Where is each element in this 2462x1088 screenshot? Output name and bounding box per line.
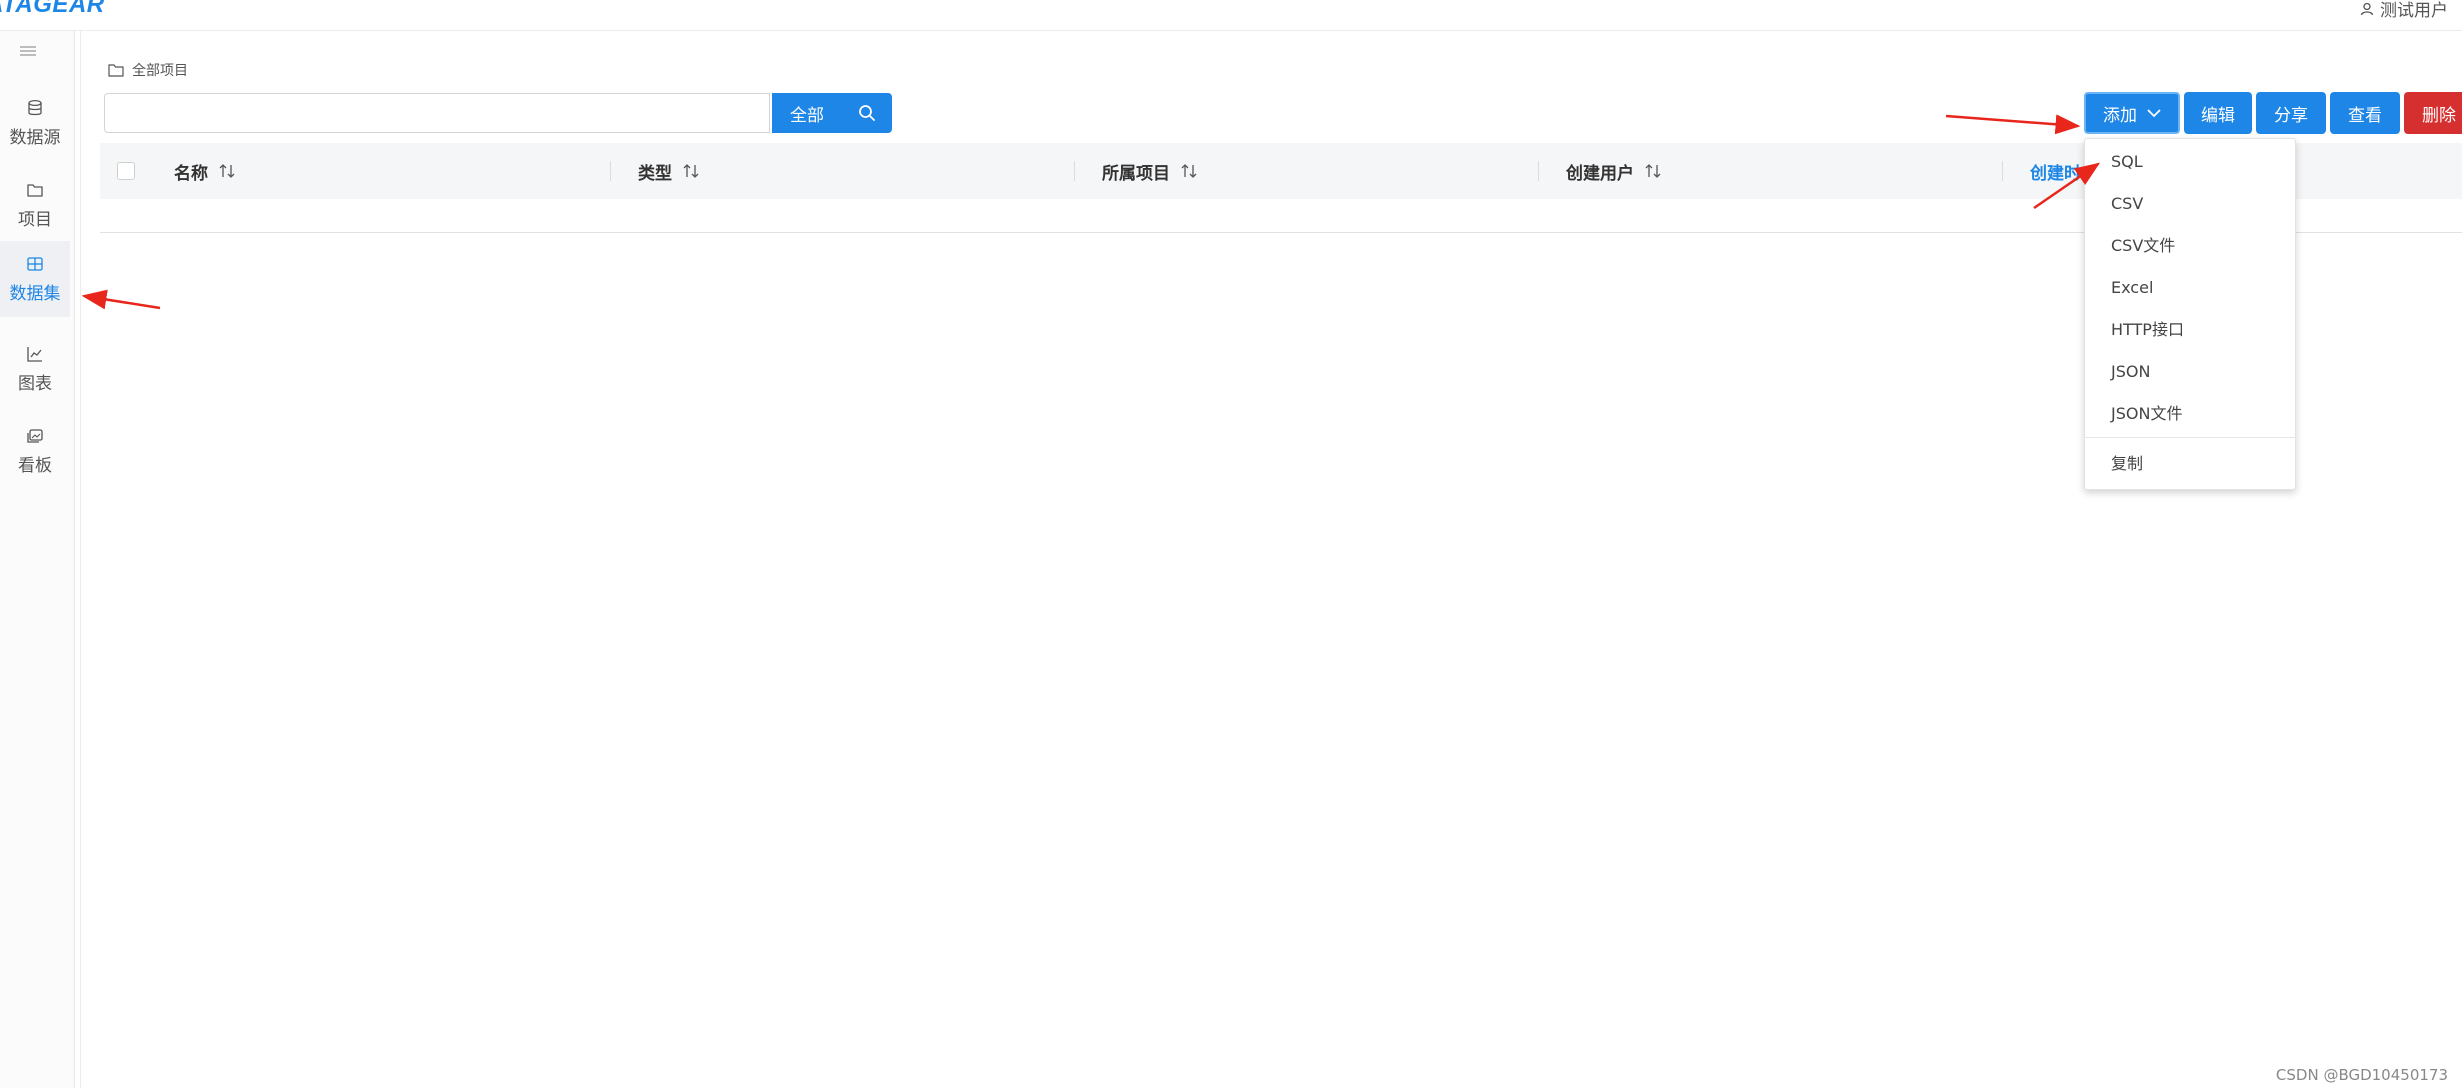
column-header-type[interactable]: 类型: [610, 143, 700, 199]
sidebar-item-chart[interactable]: 图表: [0, 331, 70, 407]
sidebar-item-label: 数据源: [9, 127, 61, 148]
menu-item-sql[interactable]: SQL: [2111, 147, 2143, 177]
sidebar-item-label: 项目: [18, 209, 52, 230]
column-header-label: 类型: [638, 163, 672, 184]
search-input[interactable]: [104, 93, 770, 133]
table-grid-icon: [27, 256, 43, 271]
sidebar-item-datasource[interactable]: 数据源: [0, 85, 70, 161]
app-logo[interactable]: ATAGEAR: [0, 0, 105, 19]
sort-icon[interactable]: [1644, 162, 1662, 180]
column-header-label: 所属项目: [1102, 163, 1170, 184]
menu-toggle-icon[interactable]: [18, 43, 38, 59]
database-icon: [28, 99, 42, 115]
column-header-label: 创建用户: [1566, 163, 1634, 184]
share-button[interactable]: 分享: [2256, 92, 2326, 134]
folder-icon: [108, 64, 124, 77]
add-dropdown-menu: SQL CSV CSV文件 Excel HTTP接口 JSON JSON文件 复…: [2084, 138, 2296, 490]
user-name: 测试用户: [2380, 1, 2448, 21]
column-separator: [610, 161, 611, 181]
sidebar: 数据源 项目 数据集 图表 看板: [0, 31, 75, 1088]
column-header-creator[interactable]: 创建用户: [1538, 143, 1662, 199]
column-header-project[interactable]: 所属项目: [1074, 143, 1198, 199]
watermark: CSDN @BGD10450173: [2275, 1066, 2448, 1084]
view-button-label: 查看: [2348, 105, 2382, 126]
sidebar-divider: [80, 31, 81, 1088]
view-button[interactable]: 查看: [2330, 92, 2400, 134]
column-separator: [1074, 161, 1075, 181]
menu-item-excel[interactable]: Excel: [2111, 273, 2153, 303]
menu-item-csv-file[interactable]: CSV文件: [2111, 231, 2175, 261]
top-bar: ATAGEAR 测试用户: [0, 0, 2462, 31]
select-all-checkbox[interactable]: [117, 162, 135, 180]
edit-button[interactable]: 编辑: [2184, 92, 2252, 134]
column-separator: [1538, 161, 1539, 181]
delete-button[interactable]: 删除: [2404, 92, 2462, 134]
chevron-down-icon: [2147, 109, 2161, 118]
add-button[interactable]: 添加: [2084, 92, 2180, 134]
search-icon: [859, 105, 875, 121]
sidebar-item-dashboard[interactable]: 看板: [0, 413, 70, 489]
menu-item-json[interactable]: JSON: [2111, 357, 2150, 387]
folder-icon: [27, 183, 43, 197]
annotation-arrow-dataset: [81, 289, 161, 310]
sort-icon[interactable]: [218, 162, 236, 180]
sidebar-item-dataset[interactable]: 数据集: [0, 241, 70, 317]
user-menu[interactable]: 测试用户: [2360, 0, 2448, 21]
edit-button-label: 编辑: [2201, 105, 2235, 126]
column-header-created-time[interactable]: 创建时: [2002, 143, 2081, 199]
add-button-label: 添加: [2103, 105, 2137, 126]
menu-item-copy[interactable]: 复制: [2111, 449, 2143, 479]
annotation-arrow-add: [1945, 114, 2081, 135]
user-icon: [2360, 2, 2374, 15]
menu-divider: [2085, 437, 2295, 438]
menu-item-http-api[interactable]: HTTP接口: [2111, 315, 2184, 345]
image-board-icon: [27, 428, 43, 443]
share-button-label: 分享: [2274, 105, 2308, 126]
menu-item-csv[interactable]: CSV: [2111, 189, 2143, 219]
sort-icon[interactable]: [1180, 162, 1198, 180]
breadcrumb: 全部项目: [108, 60, 188, 80]
column-header-label: 名称: [174, 163, 208, 184]
sort-icon[interactable]: [682, 162, 700, 180]
column-header-label: 创建时: [2030, 163, 2081, 184]
menu-item-json-file[interactable]: JSON文件: [2111, 399, 2182, 429]
sidebar-item-label: 数据集: [9, 283, 61, 304]
breadcrumb-label[interactable]: 全部项目: [132, 60, 188, 80]
search-button[interactable]: [842, 93, 892, 133]
sidebar-item-label: 图表: [18, 373, 52, 394]
line-chart-icon: [27, 346, 42, 362]
sidebar-item-project[interactable]: 项目: [0, 167, 70, 243]
search-scope-label: 全部: [790, 105, 824, 126]
column-separator: [2002, 161, 2003, 181]
search-scope-dropdown[interactable]: 全部: [772, 93, 842, 133]
column-header-name[interactable]: 名称: [174, 143, 236, 199]
delete-button-label: 删除: [2422, 105, 2456, 126]
sidebar-item-label: 看板: [18, 455, 52, 476]
